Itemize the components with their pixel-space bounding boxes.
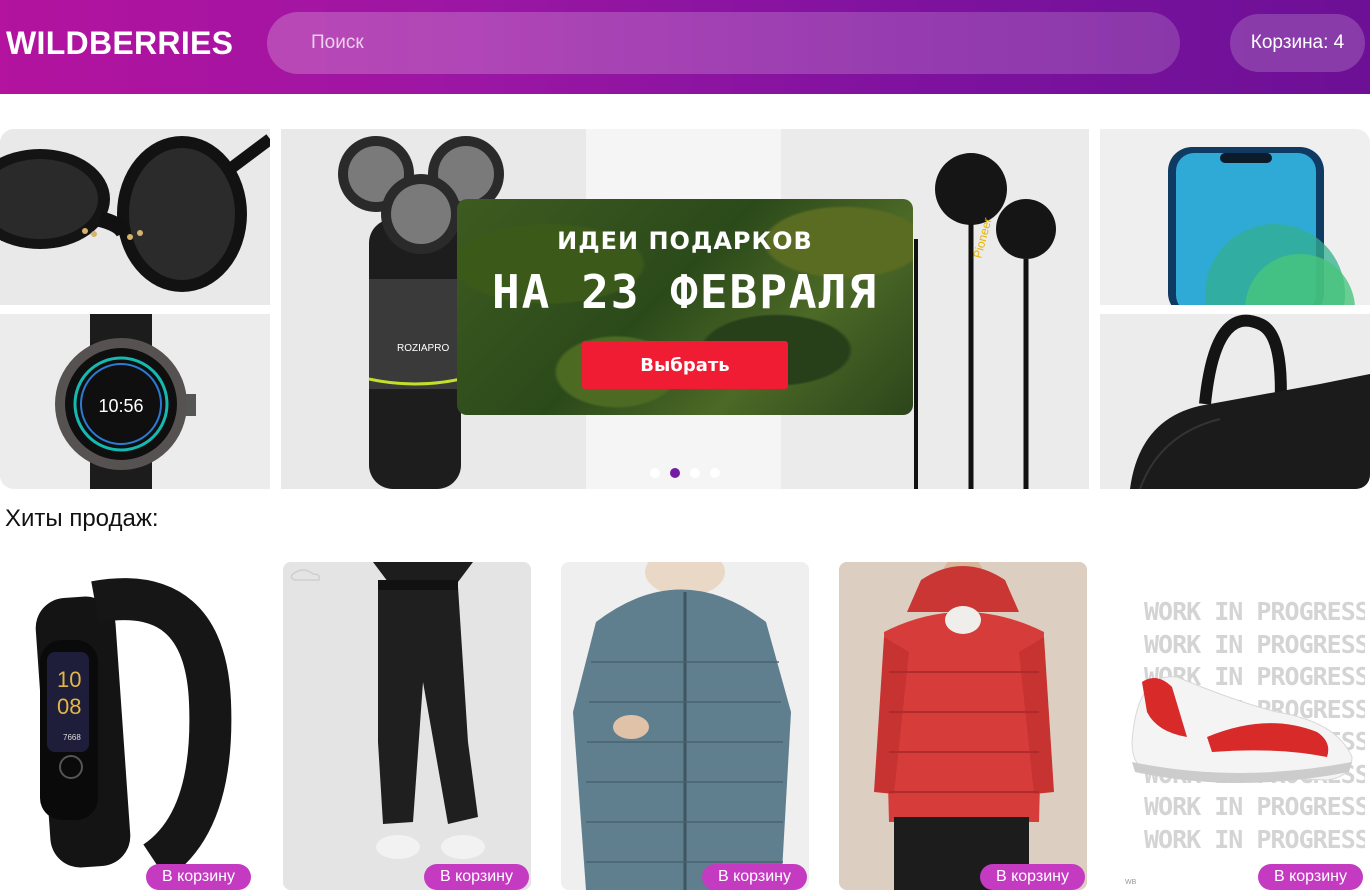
banner-tile-smartphone[interactable] [1100,129,1370,305]
add-to-cart-button[interactable]: В корзину [979,864,1085,890]
banner-tile-sunglasses[interactable] [0,129,270,305]
carousel-dots [650,468,720,478]
watch-time: 10:56 [98,396,143,416]
band-hours: 10 [57,667,81,692]
shaver-brand: ROZIAPRO [397,343,449,354]
band-steps: 7668 [63,733,81,742]
promo-card: ИДЕИ ПОДАРКОВ НА 23 ФЕВРАЛЯ Выбрать [457,199,913,415]
add-to-cart-button[interactable]: В корзину [423,864,529,890]
hits-title: Хиты продаж: [5,505,159,532]
banner-tile-handbag[interactable] [1100,314,1370,489]
product-card-sneaker[interactable]: WORK IN PROGRESS WORK IN PROGRESS WORK I… [1117,562,1365,890]
search-input[interactable] [267,12,1180,74]
smartwatch-image: 10:56 [0,314,270,489]
add-to-cart-button[interactable]: В корзину [701,864,807,890]
promo-choose-button[interactable]: Выбрать [582,341,788,389]
carousel-dot-1[interactable] [650,468,660,478]
smartphone-image [1168,147,1355,305]
promo-subtitle: НА 23 ФЕВРАЛЯ [491,265,879,319]
puffer-jacket-image [839,562,1087,890]
header: WILDBERRIES Корзина: 4 [0,0,1370,94]
product-card-fitness-band[interactable]: 10 08 7668 В корзину [5,562,253,890]
cart-button[interactable]: Корзина: 4 [1230,14,1365,72]
wb-mark: WB [1125,879,1137,886]
product-card-puffer-coat-blue[interactable]: В корзину [561,562,809,890]
jogger-pants-image [283,562,531,890]
logo[interactable]: WILDBERRIES [6,23,233,63]
carousel-dot-2[interactable] [670,468,680,478]
fitness-band-image: 10 08 7668 [35,578,232,880]
sunglasses-image [0,129,270,305]
add-to-cart-button[interactable]: В корзину [145,864,251,890]
carousel-dot-3[interactable] [690,468,700,478]
banner-tile-smartwatch[interactable]: 10:56 [0,314,270,489]
product-card-puffer-jacket-red[interactable]: В корзину [839,562,1087,890]
handbag-image [1100,314,1370,489]
add-to-cart-button[interactable]: В корзину [1257,864,1363,890]
puffer-coat-image [561,562,809,890]
banner-carousel: 10:56 ROZIAPRO Pioneer ИДЕИ ПОДАРКОВ НА [0,129,1370,489]
band-minutes: 08 [57,694,81,719]
carousel-dot-4[interactable] [710,468,720,478]
sneaker-image: WB [1125,676,1353,886]
product-card-jogger-pants[interactable]: В корзину [283,562,531,890]
promo-title: ИДЕИ ПОДАРКОВ [557,227,813,255]
